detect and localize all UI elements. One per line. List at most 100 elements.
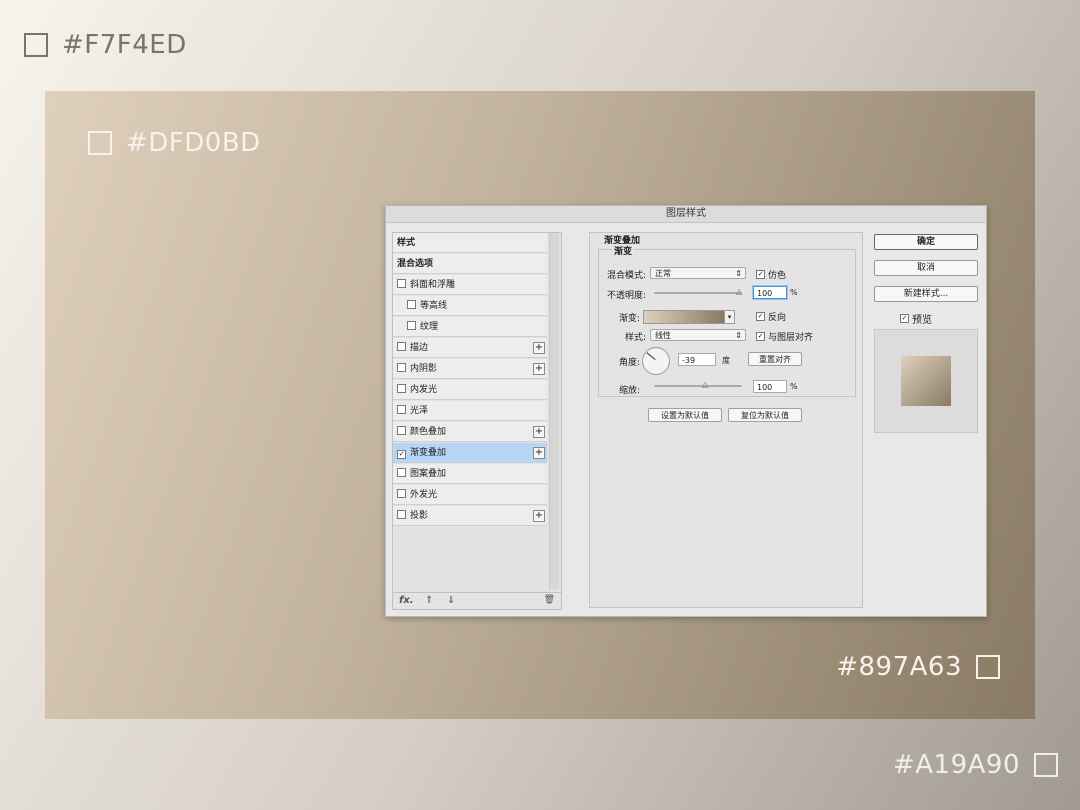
angle-unit: 度 — [722, 356, 730, 365]
color-hex-text: #897A63 — [836, 652, 962, 682]
chevron-updown-icon: ⇕ — [735, 269, 742, 278]
gradient-label: 渐变: — [618, 314, 640, 324]
dither-checkbox[interactable]: ✓ 仿色 — [756, 268, 786, 281]
style-list-label: 渐变叠加 — [410, 448, 447, 458]
style-list-item[interactable]: 描边 + — [393, 338, 547, 358]
style-list-label: 斜面和浮雕 — [410, 280, 456, 290]
scale-input[interactable]: 100 — [753, 380, 787, 393]
style-list-item[interactable]: 斜面和浮雕 — [393, 275, 547, 295]
chevron-updown-icon: ⇕ — [735, 331, 742, 340]
slider-thumb-icon[interactable]: △ — [736, 287, 742, 296]
dialog-title: 图层样式 — [386, 206, 986, 223]
angle-label: 角度: — [618, 358, 640, 368]
reset-alignment-button[interactable]: 重置对齐 — [748, 352, 802, 366]
list-footer: fx. ⇑ ⇓ 🗑 — [393, 592, 561, 609]
outer-bottom-color-label: #A19A90 — [893, 750, 1058, 780]
checkbox-icon[interactable] — [397, 489, 406, 498]
style-list-item[interactable]: ✓ 渐变叠加 + — [393, 443, 547, 463]
style-list-item[interactable]: 纹理 — [393, 317, 547, 337]
blend-mode-label: 混合模式: — [606, 271, 646, 281]
checkbox-icon[interactable] — [397, 363, 406, 372]
checkbox-icon[interactable] — [407, 321, 416, 330]
color-square-icon — [1034, 753, 1058, 777]
chevron-down-icon[interactable]: ▾ — [725, 310, 735, 324]
checkbox-icon: ✓ — [756, 312, 765, 321]
align-label: 与图层对齐 — [768, 333, 814, 343]
color-square-icon — [24, 33, 48, 57]
style-list-item[interactable]: 内发光 — [393, 380, 547, 400]
group-subtitle: 渐变 — [612, 244, 635, 257]
layer-style-dialog: 图层样式 样式 混合选项 斜面和浮雕 等高线 纹理 描边 + 内阴影 + 内发光 光泽 颜色叠加 + ✓ 渐… — [385, 205, 987, 617]
color-square-icon — [88, 131, 112, 155]
opacity-label: 不透明度: — [606, 291, 646, 301]
checkbox-icon[interactable] — [397, 510, 406, 519]
style-list-item[interactable]: 图案叠加 — [393, 464, 547, 484]
style-list-label: 内发光 — [410, 385, 438, 395]
checkbox-icon: ✓ — [756, 270, 765, 279]
checkbox-icon[interactable] — [397, 342, 406, 351]
style-list-item[interactable]: 外发光 — [393, 485, 547, 505]
plus-icon[interactable]: + — [533, 363, 545, 375]
opacity-unit: % — [790, 288, 798, 297]
list-scrollbar[interactable] — [549, 233, 559, 589]
checkbox-icon[interactable] — [397, 384, 406, 393]
angle-input[interactable]: -39 — [678, 353, 716, 366]
panel-top-color-label: #DFD0BD — [88, 128, 261, 158]
checkbox-icon[interactable] — [397, 468, 406, 477]
align-with-layer-checkbox[interactable]: ✓ 与图层对齐 — [756, 330, 813, 343]
new-style-button[interactable]: 新建样式... — [874, 286, 978, 302]
dither-label: 仿色 — [768, 271, 787, 281]
blend-mode-select[interactable]: 正常 ⇕ — [650, 267, 746, 279]
style-list-item[interactable]: 样式 — [393, 233, 547, 253]
angle-needle — [646, 352, 656, 360]
plus-icon[interactable]: + — [533, 426, 545, 438]
cancel-button[interactable]: 取消 — [874, 260, 978, 276]
panel-bottom-color-label: #897A63 — [836, 652, 1000, 682]
style-list-item[interactable]: 颜色叠加 + — [393, 422, 547, 442]
style-select[interactable]: 线性 ⇕ — [650, 329, 746, 341]
plus-icon[interactable]: + — [533, 447, 545, 459]
style-list-item[interactable]: 内阴影 + — [393, 359, 547, 379]
style-list-label: 等高线 — [420, 301, 448, 311]
opacity-input[interactable]: 100 — [753, 286, 787, 299]
preview-checkbox[interactable]: ✓ 预览 — [900, 311, 932, 326]
style-list-label: 外发光 — [410, 490, 438, 500]
plus-icon[interactable]: + — [533, 510, 545, 522]
reset-default-button[interactable]: 复位为默认值 — [728, 408, 802, 422]
checkbox-icon[interactable] — [397, 426, 406, 435]
scale-slider[interactable] — [654, 385, 742, 387]
checkbox-icon[interactable] — [397, 279, 406, 288]
checkbox-icon: ✓ — [756, 332, 765, 341]
checkbox-icon[interactable] — [407, 300, 416, 309]
gradient-overlay-settings: 渐变叠加 渐变 混合模式: 正常 ⇕ ✓ 仿色 不透明度: △ 100 % 渐变: … — [589, 232, 863, 608]
style-list-item[interactable]: 光泽 — [393, 401, 547, 421]
gradient-preview[interactable] — [643, 310, 725, 324]
trash-icon[interactable]: 🗑 — [544, 595, 555, 605]
make-default-button[interactable]: 设置为默认值 — [648, 408, 722, 422]
style-list-item[interactable]: 混合选项 — [393, 254, 547, 274]
style-list-item[interactable]: 等高线 — [393, 296, 547, 316]
scale-label: 缩放: — [618, 386, 640, 396]
reverse-label: 反向 — [768, 313, 787, 323]
reverse-checkbox[interactable]: ✓ 反向 — [756, 310, 786, 323]
outer-top-color-label: #F7F4ED — [24, 30, 187, 60]
color-hex-text: #F7F4ED — [62, 30, 187, 60]
style-list-label: 图案叠加 — [410, 469, 447, 479]
move-down-icon[interactable]: ⇓ — [447, 595, 455, 606]
fx-icon[interactable]: fx. — [399, 595, 414, 606]
slider-thumb-icon[interactable]: △ — [702, 380, 708, 389]
checkbox-icon[interactable] — [397, 405, 406, 414]
style-value: 线性 — [655, 331, 671, 340]
style-label: 样式: — [624, 333, 646, 343]
style-list-item[interactable]: 投影 + — [393, 506, 547, 526]
blend-mode-value: 正常 — [655, 269, 671, 278]
preview-label: 预览 — [912, 315, 932, 326]
opacity-slider[interactable] — [654, 292, 742, 294]
checkbox-icon[interactable]: ✓ — [397, 450, 406, 459]
angle-dial[interactable] — [642, 347, 670, 375]
ok-button[interactable]: 确定 — [874, 234, 978, 250]
style-list-label: 投影 — [410, 511, 429, 521]
move-up-icon[interactable]: ⇑ — [425, 595, 433, 606]
style-list-label: 描边 — [410, 343, 429, 353]
plus-icon[interactable]: + — [533, 342, 545, 354]
